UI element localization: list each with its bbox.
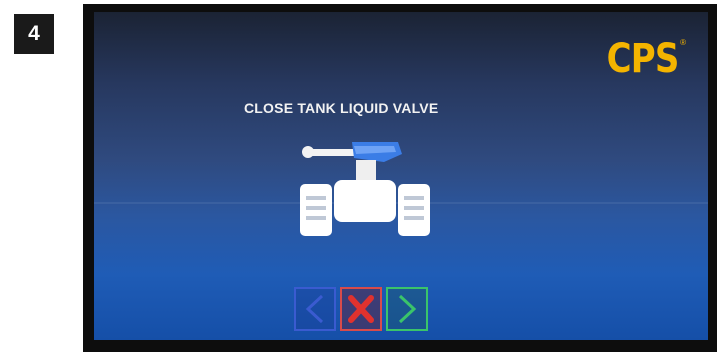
device-screen: CPS ® CLOSE TANK LIQUID VALVE bbox=[94, 12, 708, 340]
chevron-left-icon bbox=[305, 294, 324, 324]
back-button[interactable] bbox=[294, 287, 336, 331]
ball-valve-icon bbox=[300, 142, 430, 236]
cps-logo: CPS bbox=[606, 36, 679, 82]
chevron-right-icon bbox=[398, 294, 417, 324]
navigation-buttons bbox=[294, 287, 428, 331]
next-button[interactable] bbox=[386, 287, 428, 331]
step-number-badge: 4 bbox=[14, 14, 54, 54]
cancel-button[interactable] bbox=[340, 287, 382, 331]
x-icon bbox=[348, 295, 374, 323]
registered-mark: ® bbox=[680, 38, 686, 47]
instruction-text: CLOSE TANK LIQUID VALVE bbox=[244, 100, 439, 116]
